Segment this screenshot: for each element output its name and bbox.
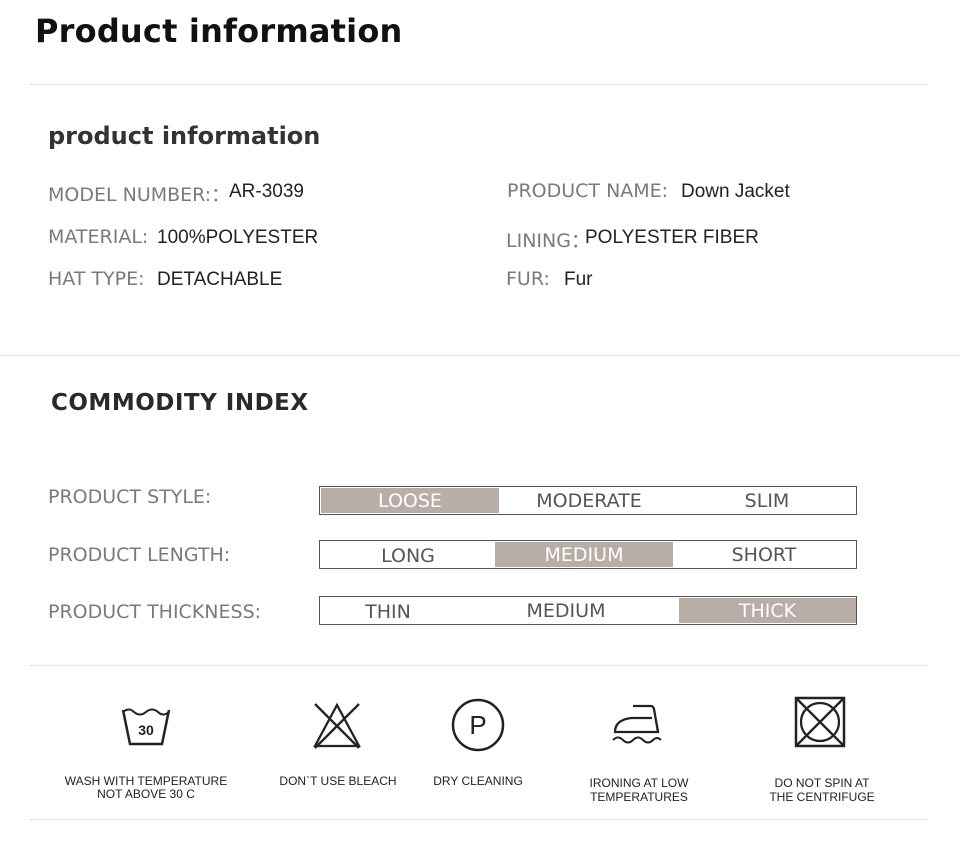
hat-type-label: HAT TYPE: [48,268,145,290]
option-short: SHORT [731,544,797,566]
model-number-label: MODEL NUMBER:： [48,184,231,206]
care-dry: P DRY CLEANING [418,690,538,810]
lining-value: POLYESTER FIBER [585,227,759,248]
info-divider [0,355,960,356]
index-label-length: PRODUCT LENGTH: [48,544,231,566]
option-thin: THIN [365,601,411,623]
option-long: LONG [381,545,435,567]
no-tumble-icon [794,696,846,748]
index-bar-style: LOOSE MODERATE SLIM [319,486,857,515]
no-bleach-icon [313,702,361,749]
care-iron-line2: TEMPERATURES [590,790,688,804]
care-wash-line2: NOT ABOVE 30 C [97,787,195,801]
option-loose: LOOSE [321,488,499,513]
option-thick: THICK [679,598,856,623]
index-bar-length: LONG MEDIUM SHORT [319,540,857,569]
page-title: Product information [35,12,403,50]
care-spin-line1: DO NOT SPIN AT [774,776,870,790]
product-info-heading: product information [48,122,321,150]
option-medium-length: MEDIUM [495,542,673,567]
iron-low-icon [612,704,662,744]
option-moderate: MODERATE [536,490,642,512]
care-bleach-line1: DON`T USE BLEACH [279,774,397,788]
index-label-thickness: PRODUCT THICKNESS: [48,601,262,623]
care-spin: DO NOT SPIN AT THE CENTRIFUGE [752,690,892,810]
lining-label: LINING： [506,230,590,252]
care-iron: IRONING AT LOW TEMPERATURES [569,690,709,810]
fur-label: FUR: [506,268,550,290]
wash-temp-text: 30 [138,722,154,738]
model-number-value: AR-3039 [229,181,304,202]
title-divider [30,84,928,85]
commodity-index-heading: COMMODITY INDEX [51,390,309,416]
index-bar-thickness: THIN MEDIUM THICK [319,596,857,625]
care-wash: 30 WASH WITH TEMPERATURE NOT ABOVE 30 C [46,690,246,810]
option-slim: SLIM [744,490,790,512]
hat-type-value: DETACHABLE [157,269,283,290]
material-value: 100%POLYESTER [157,227,319,248]
care-dry-line1: DRY CLEANING [433,774,523,788]
product-name-label: PRODUCT NAME: [507,180,669,202]
fur-value: Fur [564,269,593,290]
dry-clean-letter: P [469,710,486,740]
material-label: MATERIAL: [48,226,149,248]
product-name-value: Down Jacket [681,181,790,202]
index-divider [30,665,928,666]
care-bleach: DON`T USE BLEACH [268,690,408,810]
care-iron-line1: IRONING AT LOW [589,776,689,790]
dry-clean-icon: P [451,698,505,752]
care-wash-line1: WASH WITH TEMPERATURE [64,774,228,788]
wash-30-icon: 30 [121,708,171,746]
care-spin-line2: THE CENTRIFUGE [769,790,875,804]
care-divider [30,819,928,820]
index-label-style: PRODUCT STYLE: [48,486,212,508]
option-medium-thickness: MEDIUM [526,600,606,622]
